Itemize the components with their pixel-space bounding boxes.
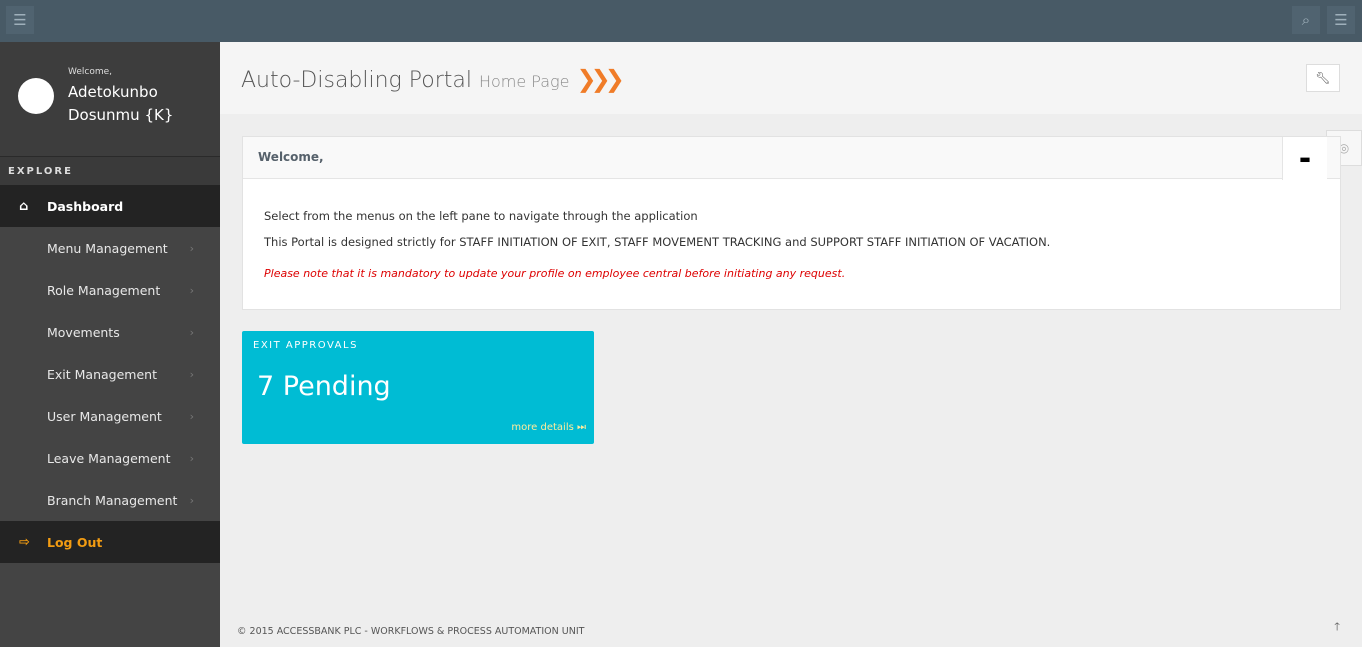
exit-approvals-tile: EXIT APPROVALS 7 Pending more details ⏭	[242, 331, 594, 444]
sidebar-item-role-management[interactable]: Role Management ›	[0, 269, 220, 311]
sidebar-item-label: Leave Management	[47, 450, 171, 466]
panel-tab-monitor[interactable]: ▬	[1282, 137, 1327, 180]
sidebar-toggle-button[interactable]: ☰	[6, 6, 34, 34]
sidebar-item-label: User Management	[47, 408, 162, 424]
panel-title: Welcome,	[243, 137, 1340, 179]
hamburger-icon: ☰	[1334, 11, 1348, 29]
chevron-right-icon: ›	[189, 241, 194, 255]
home-icon: ⌂	[19, 198, 29, 214]
panel-line: This Portal is designed strictly for STA…	[264, 235, 1051, 249]
sidebar-item-label: Branch Management	[47, 492, 178, 508]
user-profile: Welcome, Adetokunbo Dosunmu {K}	[0, 42, 220, 157]
main-content: Auto-Disabling Portal Home Page ❯❯❯ 🔧︎ ◎…	[220, 42, 1362, 647]
more-details-link[interactable]: more details ⏭	[511, 422, 586, 433]
page-title: Auto-Disabling Portal Home Page ❯❯❯	[241, 65, 625, 93]
footer: © 2015 ACCESSBANK PLC - WORKFLOWS & PROC…	[237, 626, 585, 637]
tile-label: EXIT APPROVALS	[253, 340, 358, 351]
settings-button[interactable]: 🔧︎	[1306, 64, 1340, 92]
chevron-right-icon: ›	[189, 283, 194, 297]
welcome-panel: Welcome, ▬ Select from the menus on the …	[242, 136, 1341, 310]
sidebar: Welcome, Adetokunbo Dosunmu {K} EXPLORE …	[0, 42, 220, 647]
search-icon: ⌕	[1301, 11, 1311, 29]
tile-value: 7 Pending	[257, 371, 391, 402]
logout-button[interactable]: ⇨ Log Out	[0, 521, 220, 563]
chevron-right-icon: ›	[189, 451, 194, 465]
search-button[interactable]: ⌕	[1292, 6, 1320, 34]
chevron-right-icon: ›	[189, 367, 194, 381]
sidebar-item-label: Exit Management	[47, 366, 157, 382]
sidebar-item-label: Menu Management	[47, 240, 168, 256]
mandatory-note: Please note that it is mandatory to upda…	[264, 267, 846, 280]
panel-line: Select from the menus on the left pane t…	[264, 209, 698, 223]
sidebar-item-label: Role Management	[47, 282, 161, 298]
sidebar-item-branch-management[interactable]: Branch Management ›	[0, 479, 220, 521]
user-name: Adetokunbo Dosunmu {K}	[68, 83, 174, 124]
arrow-up-icon: 🡑	[1334, 620, 1340, 633]
sidebar-item-leave-management[interactable]: Leave Management ›	[0, 437, 220, 479]
sidebar-item-menu-management[interactable]: Menu Management ›	[0, 227, 220, 269]
sidebar-item-dashboard[interactable]: ⌂ Dashboard	[0, 185, 220, 227]
page-header: Auto-Disabling Portal Home Page ❯❯❯ 🔧︎	[220, 42, 1362, 114]
topbar: ☰ ⌕ ☰	[0, 0, 1362, 42]
wrench-icon: 🔧︎	[1315, 71, 1331, 85]
page-subtitle: Home Page	[478, 72, 570, 91]
scroll-top-button[interactable]: 🡑	[1334, 618, 1340, 637]
sidebar-item-user-management[interactable]: User Management ›	[0, 395, 220, 437]
sidebar-item-label: Dashboard	[47, 198, 124, 214]
hamburger-icon: ☰	[13, 11, 27, 29]
logout-icon: ⇨	[19, 534, 30, 550]
chevron-right-icon: ›	[189, 409, 194, 423]
sidebar-item-movements[interactable]: Movements ›	[0, 311, 220, 353]
chevron-right-icon: ›	[189, 325, 194, 339]
sidebar-item-exit-management[interactable]: Exit Management ›	[0, 353, 220, 395]
avatar	[18, 78, 54, 114]
monitor-icon: ▬	[1299, 151, 1311, 166]
chevron-right-icon: ›	[189, 493, 194, 507]
title-text: Auto-Disabling Portal	[241, 68, 472, 93]
welcome-label: Welcome,	[68, 67, 113, 77]
section-label: EXPLORE	[0, 157, 220, 185]
menu-button[interactable]: ☰	[1327, 6, 1355, 34]
logout-label: Log Out	[47, 534, 103, 550]
chevrons-icon: ❯❯❯	[576, 65, 624, 93]
sidebar-item-label: Movements	[47, 324, 120, 340]
